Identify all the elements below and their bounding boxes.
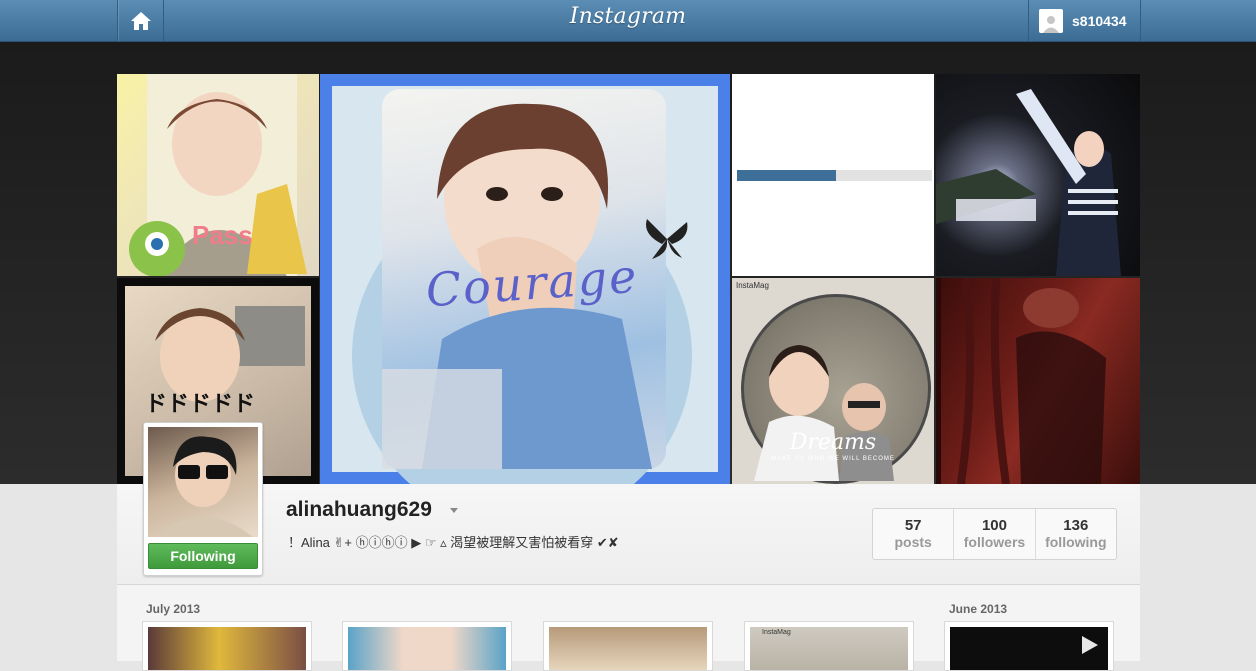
photo-illustration — [936, 89, 1121, 276]
photo-illustration: Pass — [129, 74, 307, 276]
top-nav-bar: Instagram s810434 — [0, 0, 1256, 42]
svg-text:ドドドドド: ドドドドド — [145, 391, 255, 416]
profile-avatar-card: Following — [143, 422, 263, 576]
current-username: s810434 — [1072, 12, 1127, 29]
feed-thumbnail[interactable] — [142, 621, 312, 671]
progress-fill — [737, 170, 837, 181]
user-avatar-icon — [1039, 8, 1063, 33]
stat-following-count: 136 — [1063, 517, 1089, 534]
user-menu-button[interactable]: s810434 — [1028, 0, 1141, 41]
profile-stats: 57 posts 100 followers 136 following — [872, 508, 1117, 560]
feed-thumbnail[interactable] — [543, 621, 713, 671]
profile-avatar[interactable] — [148, 427, 258, 537]
instamag-tag: InstaMag — [736, 281, 769, 290]
svg-text:Pass: Pass — [192, 220, 253, 250]
butterfly-icon — [646, 219, 688, 259]
stat-followers-count: 100 — [981, 517, 1007, 534]
profile-username: alinahuang629 — [286, 498, 432, 521]
banner-photo-night-festival[interactable] — [936, 74, 1140, 276]
month-heading: June 2013 — [949, 602, 1008, 616]
banner-photo-red-curtain[interactable] — [936, 278, 1140, 484]
play-icon — [1082, 636, 1098, 654]
photo-illustration — [936, 278, 1106, 484]
dropdown-caret-icon[interactable] — [450, 508, 458, 513]
stat-followers-label: followers — [963, 534, 1026, 550]
stat-posts-label: posts — [894, 534, 932, 550]
following-button[interactable]: Following — [148, 543, 258, 569]
stat-following[interactable]: 136 following — [1036, 509, 1116, 559]
overlay-subtext: MAKE US WHO WE WILL BECOME — [771, 456, 895, 462]
banner-photo-instamag[interactable]: InstaMag Dreams MAKE US WHO WE WILL BECO… — [732, 278, 934, 484]
stat-followers[interactable]: 100 followers — [954, 509, 1036, 559]
month-heading: July 2013 — [146, 602, 201, 616]
stat-following-label: following — [1045, 534, 1107, 550]
banner-photo-loading[interactable] — [732, 74, 934, 276]
banner-photo-featured[interactable]: Courage — [320, 74, 730, 484]
stat-posts-count: 57 — [904, 517, 922, 534]
feed-thumbnail-video[interactable] — [944, 621, 1114, 671]
overlay-text-dreams: Dreams — [789, 430, 877, 455]
image-loading-progress — [737, 170, 932, 181]
banner-photo-1[interactable]: Pass — [117, 74, 319, 276]
stat-posts[interactable]: 57 posts — [873, 509, 955, 559]
instamag-tag: InstaMag — [762, 629, 791, 636]
feed-thumbnail[interactable] — [342, 621, 512, 671]
profile-banner-collage: Pass ドドドドド Courage InstaMag Dreams MAKE … — [0, 42, 1256, 484]
profile-bio: ！Alina ✌︎+ ⓗⓘⓗⓘ ▶︎ ☞ ▵ 渴望被理解又害怕被看穿 ✔︎✘ — [288, 535, 619, 550]
feed-thumbnail[interactable]: InstaMag — [744, 621, 914, 671]
